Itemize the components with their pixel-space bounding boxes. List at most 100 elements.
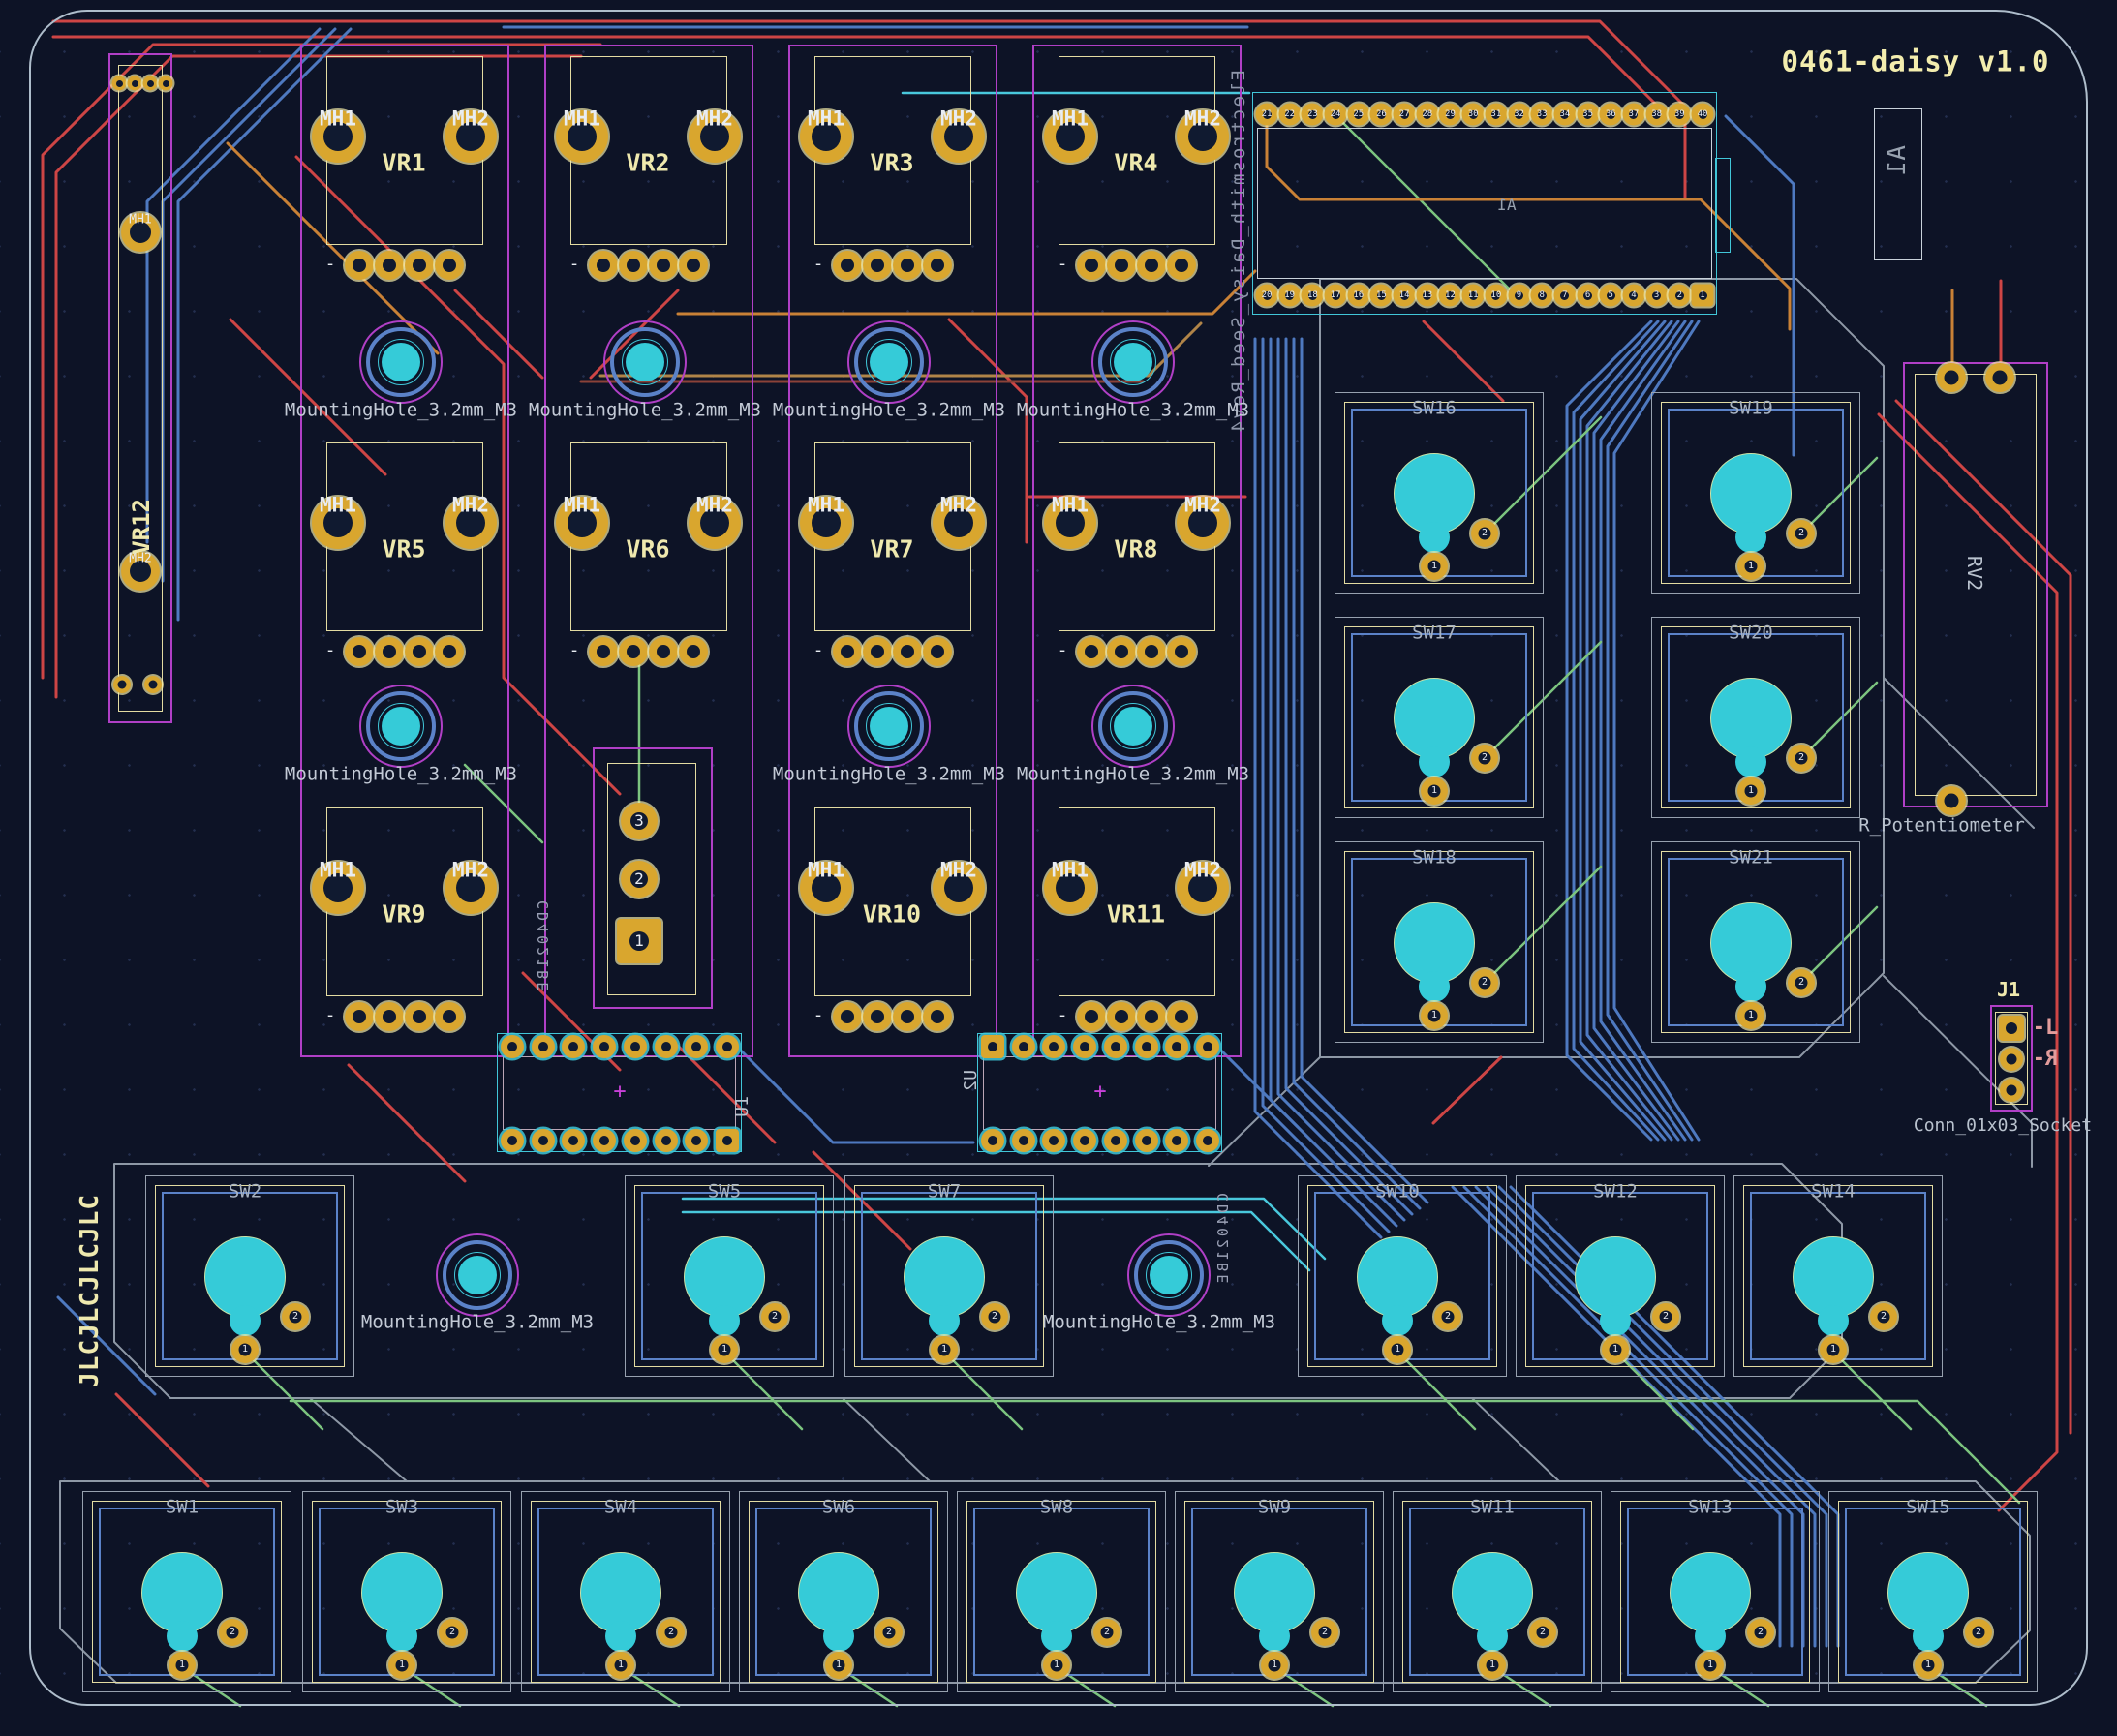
footprint-SW20[interactable]: 12SW20 [1651,617,1860,818]
mounting-hole-3-label[interactable]: MountingHole_3.2mm_M3 [773,402,1005,420]
footprint-SW11[interactable]: 12SW11 [1393,1491,1602,1692]
u2-pad-bot-2[interactable] [1012,1129,1035,1152]
footprint-SW1[interactable]: 12SW1 [82,1491,291,1692]
rv2-value[interactable]: R_Potentiometer [1858,817,2025,836]
a1-side-ref-text[interactable]: A1 [1883,145,1912,175]
j1-ref[interactable]: J1 [1997,980,2020,999]
VR2-pad-4[interactable] [679,251,708,280]
VR4-ref[interactable]: VR4 [1114,151,1157,175]
SW1-pad-1[interactable]: 1 [169,1652,196,1679]
a1-pad-11[interactable]: 11 [1462,285,1485,307]
mounting-hole-5-label[interactable]: MountingHole_3.2mm_M3 [285,766,517,784]
VR9-pad-2[interactable] [375,1002,404,1031]
SW9-pad-1[interactable]: 1 [1261,1652,1288,1679]
u1-pad-top-4[interactable] [593,1035,616,1058]
a1-pad-20[interactable]: 20 [1256,285,1278,307]
conn3-pad-3[interactable]: 3 [621,803,658,839]
VR12-pad-bot-2[interactable] [144,676,162,693]
SW10-pad-2[interactable]: 2 [1434,1303,1461,1330]
VR1-pad-4[interactable] [435,251,464,280]
SW14-pad-1[interactable]: 1 [1820,1336,1847,1363]
VR1-pad-1[interactable] [345,251,374,280]
a1-pad-13[interactable]: 13 [1416,285,1438,307]
SW19-pad-1[interactable]: 1 [1737,553,1764,580]
a1-pad-24[interactable]: 24 [1325,104,1347,126]
a1-pad-7[interactable]: 7 [1553,285,1576,307]
SW13-ref[interactable]: SW13 [1688,1499,1733,1517]
footprint-SW6[interactable]: 12SW6 [739,1491,948,1692]
a1-pad-10[interactable]: 10 [1485,285,1507,307]
VR5-pad-4[interactable] [435,637,464,666]
a1-pad-17[interactable]: 17 [1325,285,1347,307]
SW21-pad-1[interactable]: 1 [1737,1002,1764,1029]
SW4-ref[interactable]: SW4 [604,1499,637,1517]
SW4-pad-2[interactable]: 2 [658,1619,685,1646]
a1-pad-18[interactable]: 18 [1302,285,1324,307]
footprint-VR3[interactable]: MH1MH2VR3- [788,45,997,306]
footprint-VR12[interactable]: MH1MH2VR12 [108,53,172,723]
u2-pad-bot-7[interactable] [1165,1129,1188,1152]
a1-pad-36[interactable]: 36 [1600,104,1622,126]
u1-pad-bot-3[interactable] [562,1129,585,1152]
footprint-A1[interactable]: A1 2122232425262728293031323334353637383… [1252,92,1717,315]
a1-pad-39[interactable]: 39 [1669,104,1691,126]
VR11-pad-4[interactable] [1167,1002,1196,1031]
VR3-pad-4[interactable] [923,251,952,280]
VR1-ref[interactable]: VR1 [382,151,425,175]
a1-pad-15[interactable]: 15 [1370,285,1393,307]
SW2-pad-1[interactable]: 1 [231,1336,259,1363]
VR7-pad-4[interactable] [923,637,952,666]
footprint-SW9[interactable]: 12SW9 [1175,1491,1384,1692]
footprint-SW18[interactable]: 12SW18 [1335,841,1544,1043]
SW5-pad-1[interactable]: 1 [711,1336,738,1363]
footprint-SW17[interactable]: 12SW17 [1335,617,1544,818]
a1-pad-34[interactable]: 34 [1553,104,1576,126]
a1-pad-12[interactable]: 12 [1439,285,1461,307]
VR9-pad-1[interactable] [345,1002,374,1031]
u1-pad-top-8[interactable] [716,1035,739,1058]
footprint-VR9[interactable]: MH1MH2VR9- [300,796,509,1057]
VR12-ref[interactable]: VR12 [128,499,155,555]
VR12-pad-top-2[interactable] [128,76,142,91]
SW18-ref[interactable]: SW18 [1412,849,1457,868]
SW19-ref[interactable]: SW19 [1729,400,1773,418]
VR2-ref[interactable]: VR2 [626,151,669,175]
footprint-J1[interactable]: J1 -L -R [1983,980,2117,1135]
conn3-pad-2[interactable]: 2 [621,861,658,898]
VR12-pad-bot-1[interactable] [113,676,131,693]
VR1-pad-3[interactable] [405,251,434,280]
SW3-ref[interactable]: SW3 [385,1499,418,1517]
footprint-SW15[interactable]: 12SW15 [1828,1491,2038,1692]
VR10-ref[interactable]: VR10 [863,902,921,927]
footprint-SW3[interactable]: 12SW3 [302,1491,511,1692]
cd4021-silk-text-2[interactable]: CD4021BE [1214,1193,1232,1286]
a1-pad-23[interactable]: 23 [1302,104,1324,126]
footprint-SW16[interactable]: 12SW16 [1335,392,1544,594]
VR12-pad-top-4[interactable] [159,76,173,91]
j1-value[interactable]: Conn_01x03_Socket [1914,1117,2092,1135]
SW4-pad-1[interactable]: 1 [607,1652,634,1679]
VR4-pad-4[interactable] [1167,251,1196,280]
j1-pad-1[interactable] [1999,1016,2024,1041]
VR8-pad-1[interactable] [1077,637,1106,666]
a1-pad-21[interactable]: 21 [1256,104,1278,126]
VR2-pad-3[interactable] [649,251,678,280]
VR5-ref[interactable]: VR5 [382,537,425,562]
VR1-pad-2[interactable] [375,251,404,280]
SW6-ref[interactable]: SW6 [822,1499,855,1517]
VR6-pad-2[interactable] [619,637,648,666]
mounting-hole-9-label[interactable]: MountingHole_3.2mm_M3 [1043,1314,1275,1332]
VR5-pad-2[interactable] [375,637,404,666]
footprint-SW8[interactable]: 12SW8 [957,1491,1166,1692]
SW1-pad-2[interactable]: 2 [219,1619,246,1646]
footprint-SW21[interactable]: 12SW21 [1651,841,1860,1043]
SW6-pad-1[interactable]: 1 [825,1652,852,1679]
VR12-pad-top-1[interactable] [112,76,127,91]
SW17-pad-1[interactable]: 1 [1421,777,1448,805]
a1-pad-16[interactable]: 16 [1347,285,1369,307]
footprint-SW7[interactable]: 12SW7 [844,1175,1054,1377]
SW18-pad-2[interactable]: 2 [1471,969,1498,996]
SW12-pad-1[interactable]: 1 [1602,1336,1629,1363]
SW17-ref[interactable]: SW17 [1412,624,1457,643]
a1-pad-35[interactable]: 35 [1577,104,1599,126]
